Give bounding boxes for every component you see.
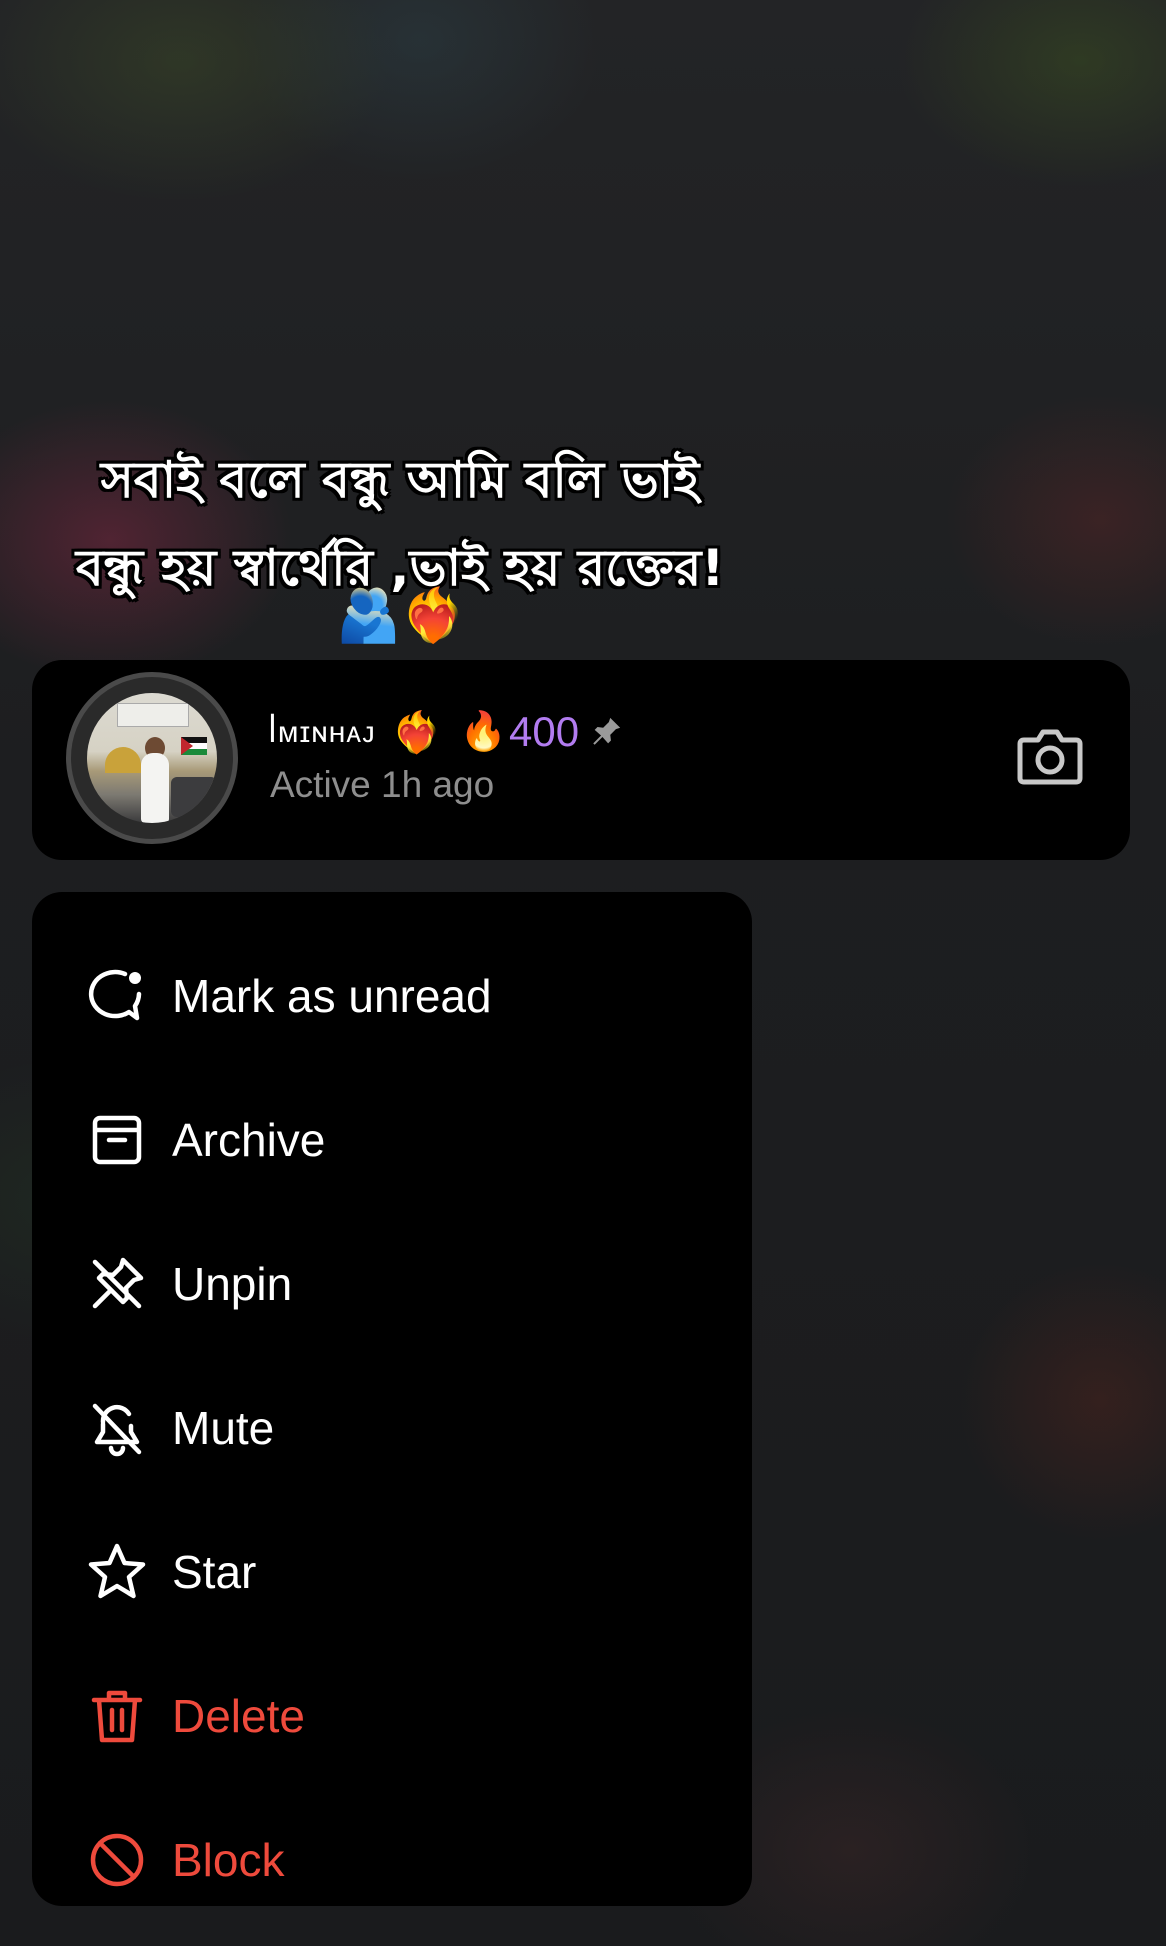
menu-item-block[interactable]: Block [32, 1788, 752, 1932]
avatar-image [87, 693, 217, 823]
menu-item-label: Star [172, 1546, 257, 1598]
menu-item-label: Mark as unread [172, 970, 492, 1022]
streak-fire-icon: 🔥 [459, 711, 507, 753]
note-emoji: 🫂❤️‍🔥 [336, 587, 466, 645]
menu-item-delete[interactable]: Delete [32, 1644, 752, 1788]
block-icon [84, 1827, 150, 1893]
menu-item-label: Unpin [172, 1258, 293, 1310]
note-line-1: সবাই বলে বন্ধু আমি বলি ভাই [100, 451, 700, 509]
contact-name: ꟾᴍɪɴʜᴀᴊ [268, 715, 376, 749]
avatar[interactable] [66, 672, 238, 844]
menu-item-unpin[interactable]: Unpin [32, 1212, 752, 1356]
menu-item-archive[interactable]: Archive [32, 1068, 752, 1212]
active-status: Active 1h ago [270, 764, 495, 805]
menu-item-label: Archive [172, 1114, 326, 1166]
menu-item-mute[interactable]: Mute [32, 1356, 752, 1500]
unread-bubble-icon [84, 963, 150, 1029]
trash-icon [84, 1683, 150, 1749]
unpin-icon [84, 1251, 150, 1317]
pin-icon [589, 715, 623, 749]
star-icon [84, 1539, 150, 1605]
menu-item-star[interactable]: Star [32, 1500, 752, 1644]
menu-item-label: Mute [172, 1402, 275, 1454]
context-menu: Mark as unread Archive Unpin Mute Star D… [32, 892, 752, 1906]
streak-count: 400 [509, 708, 580, 755]
conversation-header[interactable]: ꟾᴍɪɴʜᴀᴊ ❤️‍🔥 🔥 400 Active 1h ago [32, 660, 1130, 860]
name-row: ꟾᴍɪɴʜᴀᴊ ❤️‍🔥 🔥 400 [268, 704, 623, 760]
camera-icon[interactable] [1016, 726, 1084, 786]
heart-fire-emoji: ❤️‍🔥 [391, 710, 442, 755]
menu-item-label: Block [172, 1834, 285, 1886]
bell-off-icon [84, 1395, 150, 1461]
menu-item-label: Delete [172, 1690, 305, 1742]
archive-box-icon [84, 1107, 150, 1173]
menu-item-mark-as-unread[interactable]: Mark as unread [32, 924, 752, 1068]
